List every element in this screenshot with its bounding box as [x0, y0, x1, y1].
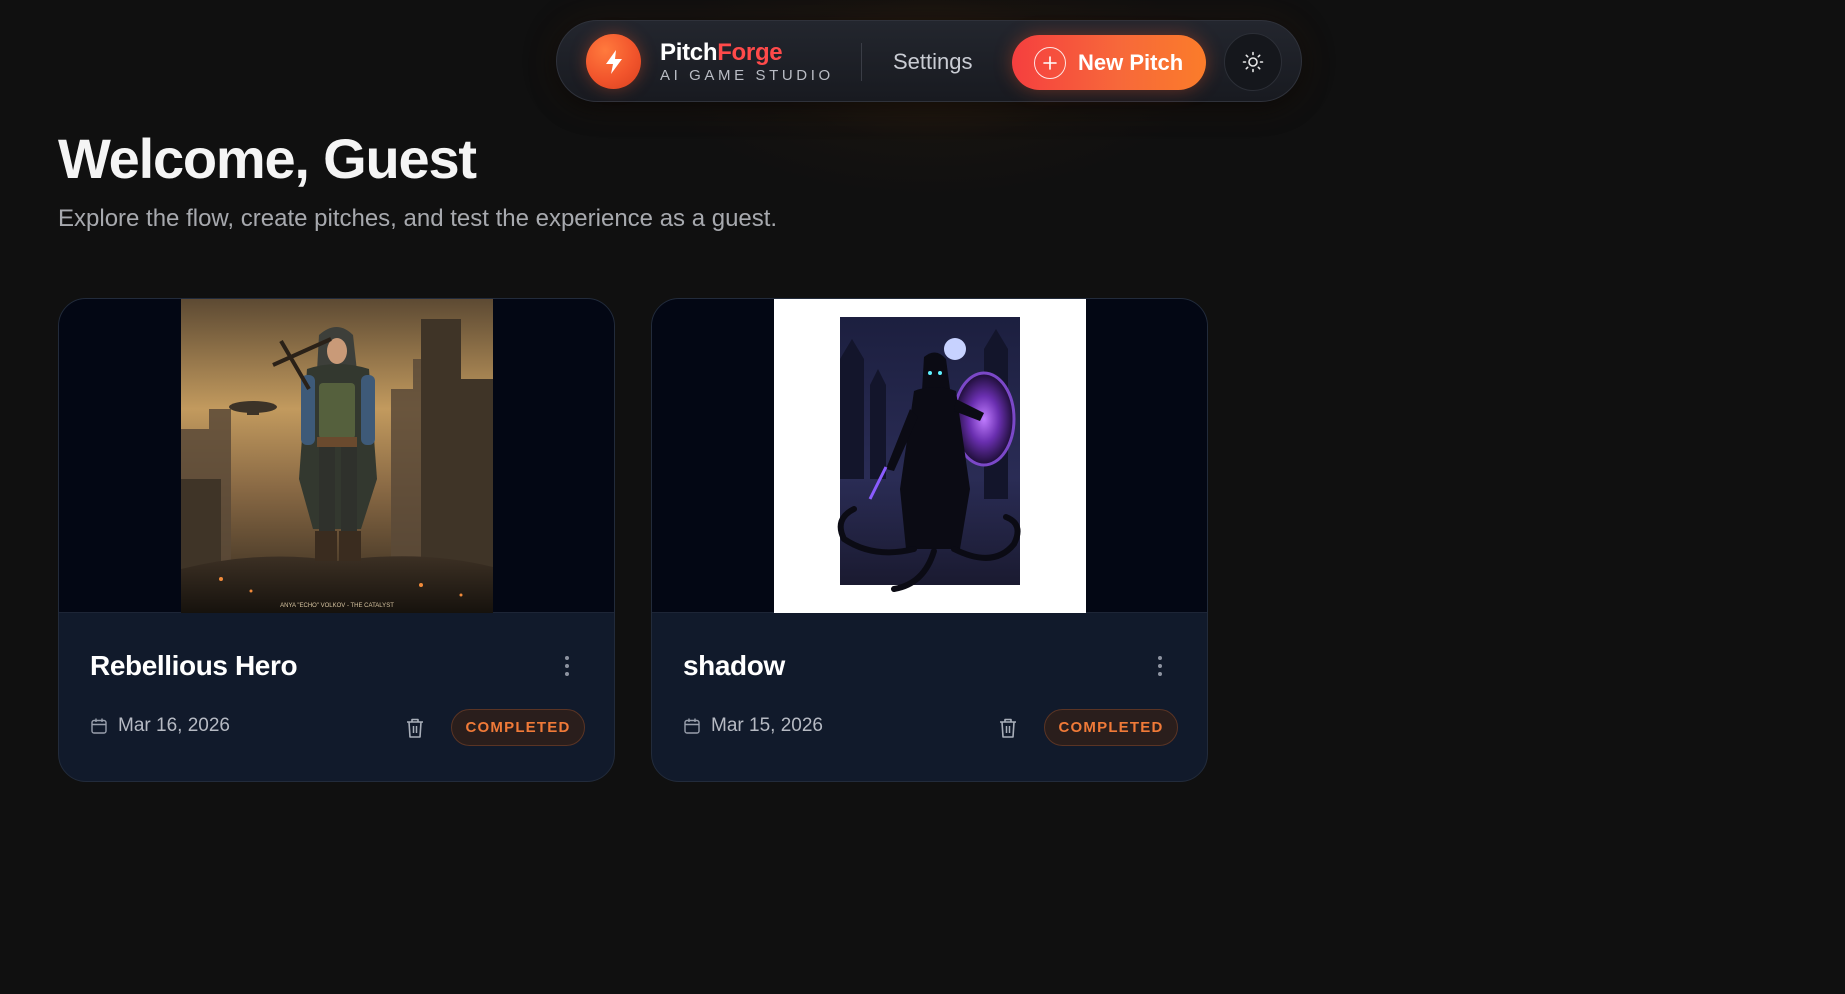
new-pitch-button[interactable]: New Pitch [1012, 35, 1206, 90]
brand-name-part1: Pitch [660, 39, 718, 66]
plus-circle-icon [1034, 46, 1066, 79]
pitch-card-media [652, 299, 1207, 613]
page-subtitle: Explore the flow, create pitches, and te… [58, 205, 778, 232]
pitch-date: Mar 15, 2026 [683, 715, 823, 737]
nav-divider [861, 43, 862, 81]
settings-link[interactable]: Settings [893, 49, 973, 75]
delete-icon[interactable] [403, 715, 427, 741]
pitch-title: shadow [683, 650, 785, 681]
pitch-title: Rebellious Hero [90, 650, 298, 681]
pitch-card-media: ANYA "ECHO" VOLKOV - THE CATALYST [59, 299, 614, 613]
brand-tagline: AI GAME STUDIO [660, 67, 834, 84]
more-options-icon[interactable] [1149, 653, 1171, 679]
sun-icon [1242, 51, 1264, 73]
brand-name-part2: Forge [717, 39, 783, 66]
calendar-icon [683, 717, 701, 735]
calendar-icon [90, 717, 108, 735]
brand: PitchForge AI GAME STUDIO [660, 38, 834, 84]
pitch-cover-caption: ANYA "ECHO" VOLKOV - THE CATALYST [280, 603, 394, 609]
pitch-cover-image: ANYA "ECHO" VOLKOV - THE CATALYST [181, 299, 493, 613]
page-title: Welcome, Guest [58, 127, 477, 190]
top-nav: PitchForge AI GAME STUDIO Settings New P… [556, 20, 1302, 102]
theme-toggle-button[interactable] [1224, 33, 1282, 91]
lightning-bolt-icon [605, 49, 622, 74]
more-options-icon[interactable] [556, 653, 578, 679]
brand-name: PitchForge [660, 38, 834, 68]
pitch-date-text: Mar 15, 2026 [711, 715, 823, 736]
pitch-date-text: Mar 16, 2026 [118, 715, 230, 736]
pitch-cover-image [774, 299, 1086, 613]
new-pitch-label: New Pitch [1078, 49, 1184, 75]
pitch-date: Mar 16, 2026 [90, 715, 230, 737]
brand-logo[interactable] [586, 34, 641, 89]
pitch-card[interactable]: ANYA "ECHO" VOLKOV - THE CATALYST Rebell… [58, 298, 615, 782]
pitch-card[interactable]: shadow Mar 15, 2026 COMPLETED [651, 298, 1208, 782]
status-badge: COMPLETED [451, 709, 585, 746]
status-badge: COMPLETED [1044, 709, 1178, 746]
delete-icon[interactable] [996, 715, 1020, 741]
